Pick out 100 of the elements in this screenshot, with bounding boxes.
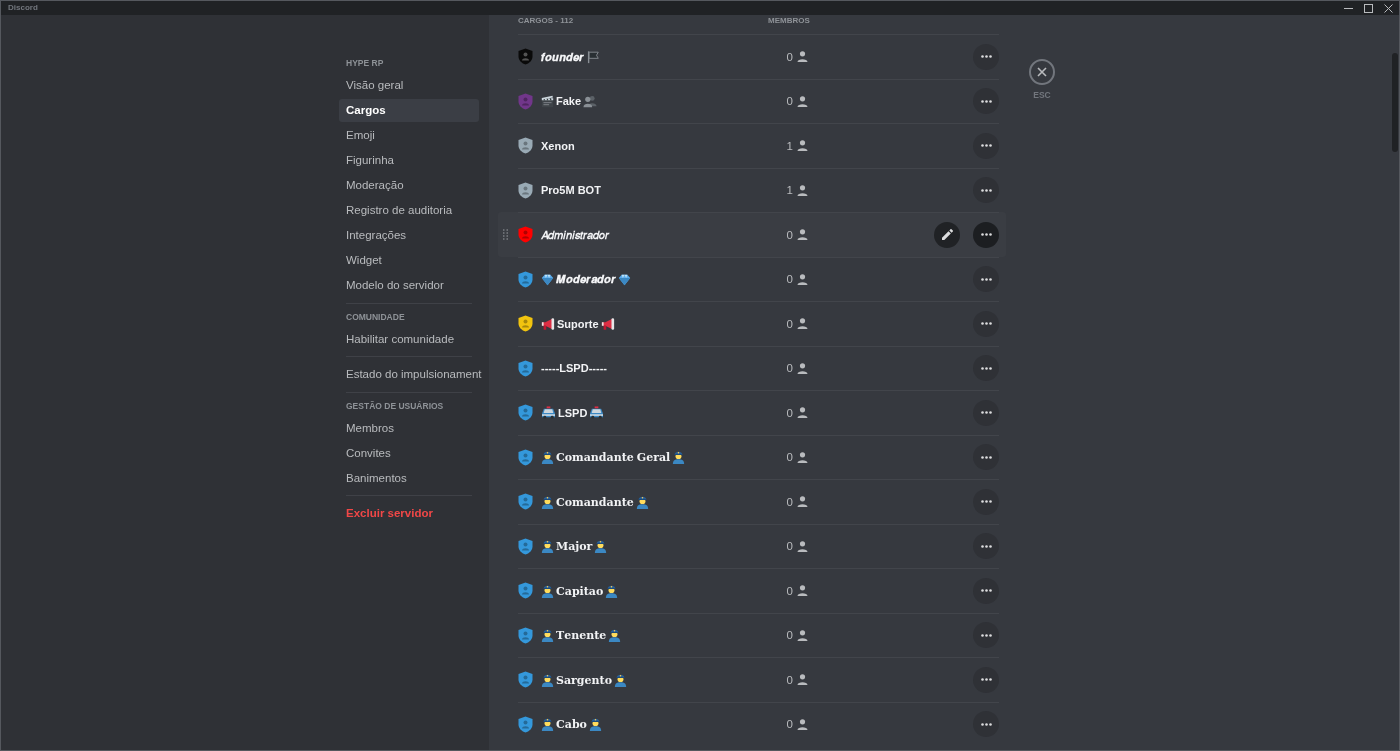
sidebar-item[interactable]: Cargos [339,99,479,122]
sidebar-item[interactable]: Membros [339,416,479,440]
role-row[interactable]: LSPD 0 [498,390,1006,435]
member-count: 0 [786,672,793,687]
ellipsis-icon [980,277,992,281]
person-icon [797,229,808,241]
sidebar-item[interactable]: Habilitar comunidade [339,327,479,351]
sidebar-item[interactable]: Integrações [339,224,479,247]
member-count: 0 [786,227,793,242]
more-button[interactable] [973,43,999,70]
more-button[interactable] [973,622,999,649]
member-count: 0 [786,361,793,376]
sidebar-item[interactable]: Figurinha [339,149,479,172]
maximize-icon[interactable] [1364,3,1373,13]
member-count: 0 [786,94,793,109]
more-button[interactable] [973,355,999,382]
more-button[interactable] [973,177,999,204]
ellipsis-icon [980,722,992,726]
close-icon[interactable] [1384,3,1393,13]
ellipsis-icon [980,322,992,326]
ellipsis-icon [980,633,992,637]
member-count: 0 [786,717,793,732]
person-icon [797,585,808,597]
keybind-label: ESC [1033,90,1051,101]
person-icon [797,273,808,285]
role-row[interactable]: 𝐴𝑑𝑚𝑖𝑛𝑖𝑠𝑡𝑟𝑎𝑑𝑜𝑟 0 [498,212,1006,257]
role-row[interactable]: 𝐂𝐨𝐦𝐚𝐧𝐝𝐚𝐧𝐭𝐞 0 [498,479,1006,524]
role-name: Pro5M BOT [541,183,601,199]
more-button[interactable] [973,666,999,693]
role-name: 𝐂𝐚𝐩𝐢𝐭𝐚𝐨 [556,583,604,599]
role-row[interactable]: 𝐌𝐚𝐣𝐨𝐫 0 [498,523,1006,568]
role-row[interactable]: 𝐓𝐞𝐧𝐞𝐧𝐭𝐞 0 [498,612,1006,657]
minimize-icon[interactable] [1344,7,1353,9]
window-title: Discord [8,4,38,12]
role-row[interactable]: -----LSPD----- 0 [498,345,1006,390]
more-button[interactable] [973,711,999,738]
police-officer-icon [588,717,602,732]
person-icon [797,362,808,374]
more-button[interactable] [973,399,999,426]
role-row[interactable]: Xenon 1 [498,123,1006,168]
member-count: 0 [786,539,793,554]
police-officer-icon [541,450,554,465]
role-row[interactable]: 𝒇𝒐𝒖𝒏𝒅𝒆𝒓 0 [498,34,1006,79]
ellipsis-icon [980,589,992,593]
sidebar-item[interactable]: Widget [339,249,479,272]
ellipsis-icon [980,411,992,415]
role-row[interactable]: Fake 0 [498,78,1006,123]
more-button[interactable] [973,266,999,293]
role-row[interactable]: 𝐂𝐚𝐛𝐨 0 [498,701,1006,746]
person-icon [797,540,808,552]
role-row[interactable]: Suporte 0 [498,301,1006,346]
ellipsis-icon [980,678,992,682]
section-header: GESTÃO DE USUÁRIOS [345,399,445,413]
police-officer-icon [614,672,627,687]
ellipsis-icon [980,144,992,148]
police-officer-icon [541,672,554,687]
more-button[interactable] [973,221,999,248]
drag-handle-icon[interactable] [503,228,508,240]
ellipsis-icon [980,544,992,548]
more-button[interactable] [973,132,999,159]
role-row[interactable]: 𝐂𝐨𝐦𝐚𝐧𝐝𝐚𝐧𝐭𝐞 𝐆𝐞𝐫𝐚𝐥 0 [498,434,1006,479]
role-row[interactable]: 𝑴𝒐𝒅𝒆𝒓𝒂𝒅𝒐𝒓 0 [498,256,1006,301]
section-header: HYPE RP [345,57,385,70]
flag-icon [586,49,600,64]
sidebar-item[interactable]: Moderação [339,174,479,197]
role-name: 𝐓𝐞𝐧𝐞𝐧𝐭𝐞 [556,628,607,644]
role-row[interactable]: Pro5M BOT 1 [498,167,1006,212]
sidebar-item[interactable]: Emoji [339,124,479,147]
sidebar-item[interactable]: Banimentos [339,466,479,490]
section-header: COMUNIDADE [345,310,406,324]
edit-button[interactable] [934,221,960,248]
role-name: LSPD [558,405,588,421]
sidebar-item[interactable]: Modelo do servidor [339,274,479,297]
ellipsis-icon [980,99,992,103]
sidebar-item[interactable]: Registro de auditoria [339,199,479,222]
more-button[interactable] [973,310,999,337]
clapper-board-icon [541,94,554,108]
role-row[interactable]: 𝐂𝐚𝐩𝐢𝐭𝐚𝐨 0 [498,568,1006,613]
pencil-icon [941,229,953,241]
member-count: 0 [786,494,793,509]
person-icon [797,318,808,330]
scrollbar-thumb[interactable] [1392,53,1398,152]
more-button[interactable] [973,533,999,560]
ellipsis-icon [980,366,992,370]
police-officer-icon [594,539,608,554]
role-name: Suporte [557,316,599,332]
sidebar-item[interactable]: Convites [339,441,479,465]
more-button[interactable] [973,88,999,115]
police-officer-icon [605,583,619,598]
person-icon [797,140,808,152]
role-row[interactable]: 𝐒𝐚𝐫𝐠𝐞𝐧𝐭𝐨 0 [498,657,1006,702]
close-button[interactable] [1029,59,1055,85]
more-button[interactable] [973,577,999,604]
member-count: 0 [786,450,793,465]
more-button[interactable] [973,444,999,471]
more-button[interactable] [973,488,999,515]
person-icon [797,674,808,686]
person-icon [797,629,808,641]
sidebar-item[interactable]: Excluir servidor [339,502,479,525]
sidebar-item[interactable]: Visão geral [339,74,479,97]
